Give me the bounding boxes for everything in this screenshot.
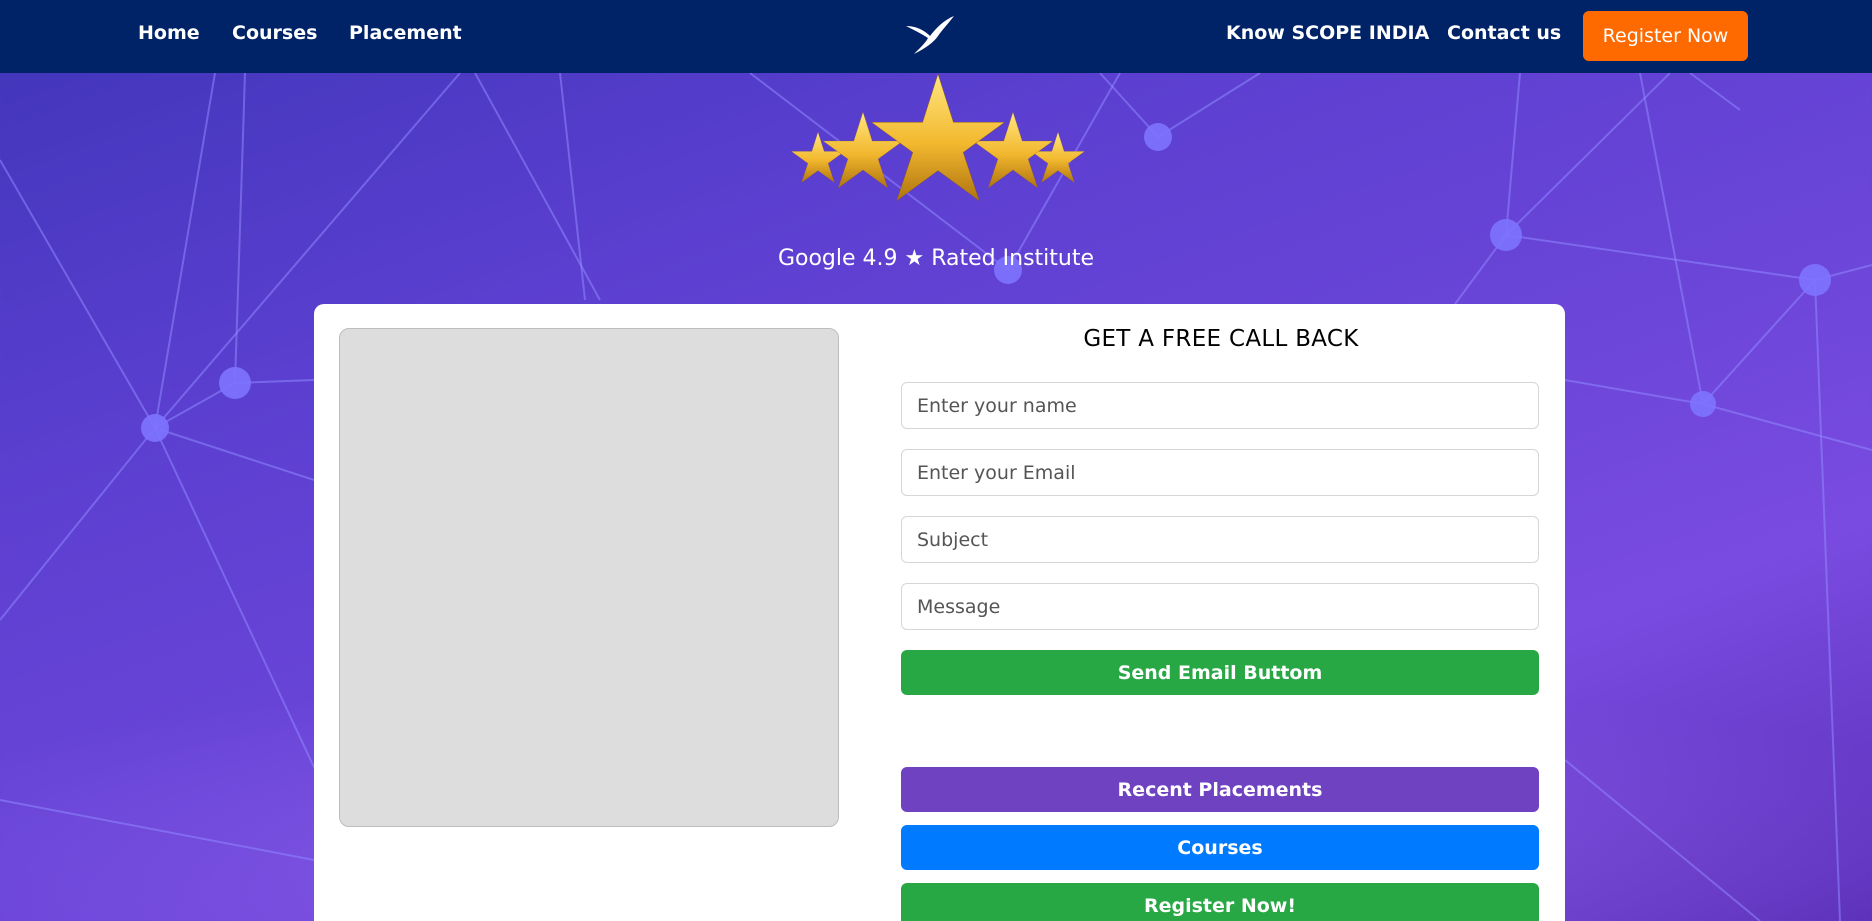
nav-home-link[interactable]: Home	[138, 22, 200, 44]
nav-register-button[interactable]: Register Now	[1583, 11, 1748, 61]
google-rating-text: Google 4.9 ★ Rated Institute	[777, 246, 1095, 271]
callback-card: GET A FREE CALL BACK Send Email Buttom R…	[314, 304, 1565, 921]
email-input[interactable]	[901, 449, 1539, 496]
top-navbar: Home Courses Placement Know SCOPE INDIA …	[0, 0, 1872, 73]
send-email-button[interactable]: Send Email Buttom	[901, 650, 1539, 695]
form-title: GET A FREE CALL BACK	[1083, 326, 1359, 352]
name-input[interactable]	[901, 382, 1539, 429]
subject-input[interactable]	[901, 516, 1539, 563]
nav-courses-link[interactable]: Courses	[232, 22, 317, 44]
nav-contact-us-link[interactable]: Contact us	[1447, 22, 1561, 44]
message-input[interactable]	[901, 583, 1539, 630]
courses-button[interactable]: Courses	[901, 825, 1539, 870]
nav-know-scope-india-link[interactable]: Know SCOPE INDIA	[1226, 22, 1429, 44]
register-now-button[interactable]: Register Now!	[901, 883, 1539, 921]
five-gold-stars-icon	[791, 73, 1085, 202]
video-placeholder[interactable]	[339, 328, 839, 827]
bird-logo-icon[interactable]	[904, 14, 956, 56]
nav-placement-link[interactable]: Placement	[349, 22, 462, 44]
recent-placements-button[interactable]: Recent Placements	[901, 767, 1539, 812]
